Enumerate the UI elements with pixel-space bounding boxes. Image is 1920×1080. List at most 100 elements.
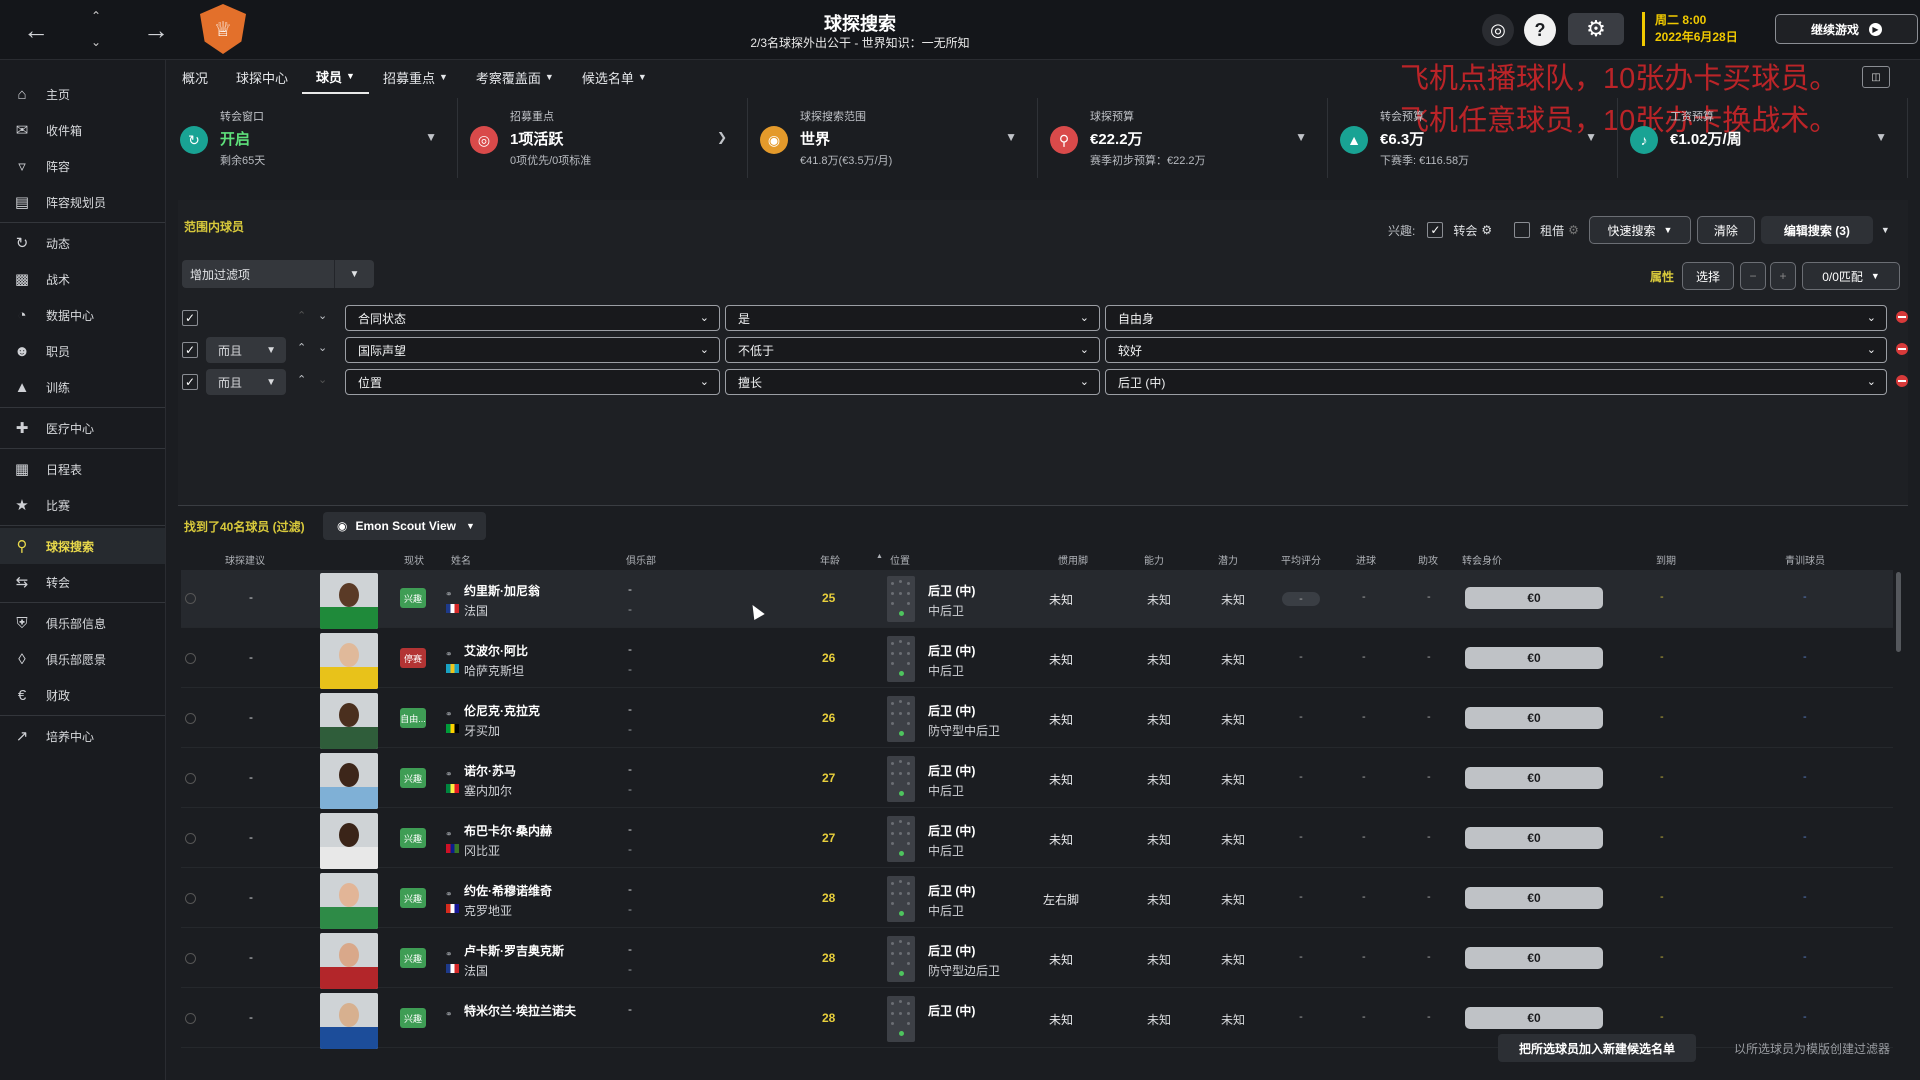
table-row[interactable]: - 兴趣 ⚭ 卢卡斯·罗吉奥克斯 法国 - - 28 后卫 (中) 防守型边后卫 未知 未知 未知 - - -… [181, 930, 1893, 989]
minus-icon[interactable]: − [1740, 262, 1767, 290]
status-badge[interactable]: 兴趣 [400, 588, 426, 608]
column-header[interactable]: 俱乐部 [626, 552, 656, 567]
player-name[interactable]: 艾波尔·阿比 [464, 642, 528, 659]
chevron-down-icon[interactable]: ▼ [1881, 225, 1890, 235]
player-nationality[interactable]: 塞内加尔 [464, 782, 512, 799]
view-select[interactable]: ◉ Emon Scout View ▼ [323, 512, 486, 540]
player-nationality[interactable]: 牙买加 [464, 722, 500, 739]
row-select-checkbox[interactable] [185, 953, 196, 964]
tab-item[interactable]: 球探中心 [222, 60, 302, 94]
plus-icon[interactable]: + [1770, 262, 1797, 290]
chevron-down-icon[interactable]: ⌄ [318, 373, 327, 386]
sidebar-item[interactable]: ⚲ 球探搜索 [0, 528, 165, 564]
remove-filter-icon[interactable] [1896, 311, 1908, 323]
player-nationality[interactable]: 法国 [464, 602, 488, 619]
table-row[interactable]: - 兴趣 ⚭ 布巴卡尔·桑内赫 冈比亚 - - 27 后卫 (中) 中后卫 未知 未知 未知 - - - €0 -… [181, 810, 1893, 869]
filter-checkbox[interactable]: ✓ [182, 374, 198, 390]
stat-card[interactable]: ▲ 转会预算 €6.3万 下赛季: €116.58万 ▼ [1328, 98, 1618, 178]
filter-field-select[interactable]: 国际声望 ⌄ [345, 337, 720, 363]
world-icon[interactable]: ◎ [1482, 14, 1514, 46]
edit-search-button[interactable]: 编辑搜索 (3) [1760, 216, 1873, 244]
player-photo[interactable] [320, 693, 378, 749]
transfer-value[interactable]: €0 [1465, 947, 1603, 969]
chevron-down-icon[interactable]: ▼ [425, 130, 437, 144]
player-name[interactable]: 卢卡斯·罗吉奥克斯 [464, 942, 564, 959]
gear-icon[interactable]: ⚙ [1568, 223, 1579, 237]
add-filter-select[interactable]: 增加过滤项 ▼ [182, 260, 374, 288]
help-icon[interactable]: ? [1524, 14, 1556, 46]
sidebar-item[interactable]: ↗ 培养中心 [0, 718, 165, 754]
row-select-checkbox[interactable] [185, 893, 196, 904]
sidebar-item[interactable]: ▩ 战术 [0, 261, 165, 297]
tab-item[interactable]: 候选名单 ▼ [568, 60, 661, 94]
date-display[interactable]: 周二 8:00 2022年6月28日 [1642, 12, 1738, 46]
row-select-checkbox[interactable] [185, 773, 196, 784]
filter-checkbox[interactable]: ✓ [182, 342, 198, 358]
tab-item[interactable]: 球员 ▼ [302, 60, 369, 94]
conjunction-select[interactable]: 而且 ▼ [206, 369, 286, 395]
row-select-checkbox[interactable] [185, 713, 196, 724]
back-arrow-icon[interactable]: ← [18, 12, 54, 48]
player-photo[interactable] [320, 573, 378, 629]
column-header[interactable]: 进球 [1356, 552, 1376, 567]
column-header[interactable]: 潜力 [1218, 552, 1238, 567]
column-header[interactable]: 青训球员 [1785, 552, 1825, 567]
player-photo[interactable] [320, 873, 378, 929]
chevron-up-icon[interactable]: ⌃ [86, 6, 106, 26]
loan-checkbox[interactable] [1514, 222, 1531, 238]
remove-filter-icon[interactable] [1896, 343, 1908, 355]
table-row[interactable]: - 自由... ⚭ 伦尼克·克拉克 牙买加 - - 26 后卫 (中) 防守型中后卫 未知 未知 未知 -… [181, 690, 1893, 749]
sidebar-item[interactable]: ⌂ 主页 [0, 76, 165, 112]
transfer-checkbox[interactable]: ✓ [1427, 222, 1444, 238]
player-nationality[interactable]: 冈比亚 [464, 842, 500, 859]
filter-op-select[interactable]: 擅长 ⌄ [725, 369, 1100, 395]
stat-card[interactable]: ♪ 工资预算 €1.02万/周 ▼ [1618, 98, 1908, 178]
transfer-value[interactable]: €0 [1465, 587, 1603, 609]
table-row[interactable]: - 停赛 ⚭ 艾波尔·阿比 哈萨克斯坦 - - 26 后卫 (中) 中后卫 未知 未知 未知 - - - €0 -… [181, 630, 1893, 689]
tab-item[interactable]: 招募重点 ▼ [369, 60, 462, 94]
create-filter-button[interactable]: 以所选球员为模版创建过滤器 [1712, 1034, 1912, 1062]
remove-filter-icon[interactable] [1896, 375, 1908, 387]
conjunction-select[interactable]: 而且 ▼ [206, 337, 286, 363]
chevron-down-icon[interactable]: ▼ [1875, 130, 1887, 144]
chevron-up-icon[interactable]: ⌃ [297, 373, 306, 386]
player-name[interactable]: 特米尔兰·埃拉兰诺夫 [464, 1002, 576, 1019]
sidebar-item[interactable]: ✚ 医疗中心 [0, 410, 165, 446]
gear-icon[interactable]: ⚙ [1481, 223, 1492, 237]
column-header[interactable]: 惯用脚 [1058, 552, 1088, 567]
chevron-down-icon[interactable]: ▼ [334, 260, 374, 288]
forward-arrow-icon[interactable]: → [138, 12, 174, 48]
player-name[interactable]: 约佐·希穆诺维奇 [464, 882, 552, 899]
select-button[interactable]: 选择 [1682, 262, 1735, 290]
sidebar-item[interactable]: ▦ 日程表 [0, 451, 165, 487]
status-badge[interactable]: 兴趣 [400, 948, 426, 968]
chevron-up-icon[interactable]: ⌃ [297, 341, 306, 354]
sidebar-item[interactable]: ◊ 俱乐部愿景 [0, 641, 165, 677]
sidebar-item[interactable]: ⇆ 转会 [0, 564, 165, 600]
table-row[interactable]: - 兴趣 ⚭ 约佐·希穆诺维奇 克罗地亚 - - 28 后卫 (中) 中后卫 左右脚 未知 未知 - - - €… [181, 870, 1893, 929]
stat-card[interactable]: ↻ 转会窗口 开启 剩余65天 ▼ [168, 98, 458, 178]
sidebar-item[interactable]: ▤ 阵容规划员 [0, 184, 165, 220]
status-badge[interactable]: 兴趣 [400, 828, 426, 848]
scrollbar[interactable] [1896, 572, 1901, 652]
column-header[interactable]: 现状 [404, 552, 424, 567]
filter-op-select[interactable]: 是 ⌄ [725, 305, 1100, 331]
sidebar-item[interactable]: ✉ 收件箱 [0, 112, 165, 148]
status-badge[interactable]: 自由... [400, 708, 426, 728]
add-to-shortlist-button[interactable]: 把所选球员加入新建候选名单 [1498, 1034, 1696, 1062]
tab-item[interactable]: 考察覆盖面 ▼ [462, 60, 568, 94]
column-header[interactable]: 球探建议 [225, 552, 265, 567]
player-nationality[interactable]: 克罗地亚 [464, 902, 512, 919]
quick-search-button[interactable]: 快速搜索 ▼ [1588, 216, 1691, 244]
chevron-up-icon[interactable]: ⌃ [297, 309, 306, 322]
row-select-checkbox[interactable] [185, 833, 196, 844]
chevron-down-icon[interactable]: ⌄ [318, 341, 327, 354]
player-photo[interactable] [320, 813, 378, 869]
filter-value-select[interactable]: 较好 ⌄ [1105, 337, 1887, 363]
gear-icon[interactable]: ⚙ [1568, 13, 1624, 45]
column-header[interactable]: 姓名 [451, 552, 471, 567]
column-header[interactable]: 能力 [1144, 552, 1164, 567]
match-select[interactable]: 0/0匹配 ▼ [1802, 262, 1901, 290]
filter-checkbox[interactable]: ✓ [182, 310, 198, 326]
player-photo[interactable] [320, 993, 378, 1049]
